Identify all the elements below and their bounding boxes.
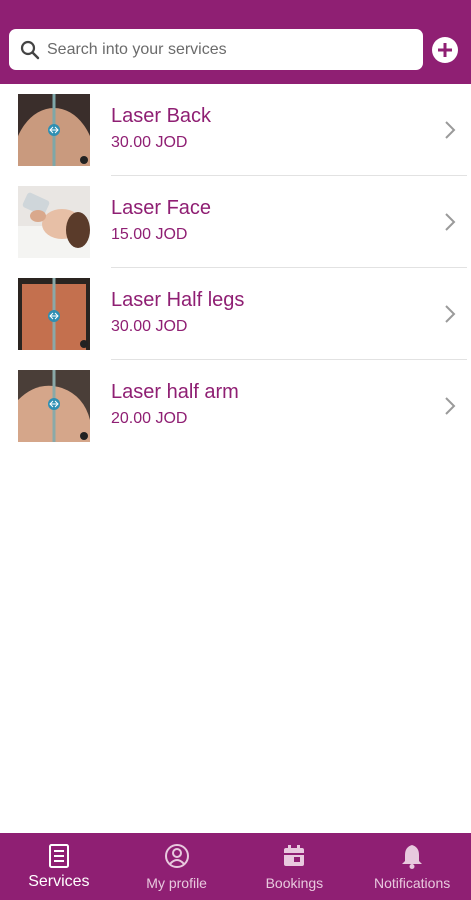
service-item-laser-face[interactable]: Laser Face 15.00 JOD	[0, 176, 471, 268]
service-thumbnail-face	[18, 186, 90, 258]
add-service-button[interactable]	[432, 37, 458, 63]
service-price: 30.00 JOD	[111, 134, 188, 151]
service-item-laser-back[interactable]: Laser Back 30.00 JOD	[0, 84, 471, 176]
service-name: Laser Back	[111, 105, 212, 127]
nav-label: Bookings	[265, 875, 324, 891]
service-name: Laser half arm	[111, 381, 239, 403]
service-name: Laser Half legs	[111, 289, 245, 311]
service-thumbnail-back	[18, 94, 90, 166]
service-item-laser-half-arm[interactable]: Laser half arm 20.00 JOD	[0, 360, 471, 452]
service-thumbnail-legs	[18, 278, 90, 350]
chevron-right-icon	[440, 393, 460, 419]
bottom-navigation: Services My profile Bookings Notificatio…	[0, 833, 471, 900]
chevron-right-icon	[440, 117, 460, 143]
nav-label: Services	[28, 873, 90, 890]
chevron-right-icon	[440, 301, 460, 327]
chevron-right-icon	[440, 209, 460, 235]
services-list: Laser Back 30.00 JOD Laser Face 15.00 JO…	[0, 84, 471, 452]
search-bar[interactable]	[9, 29, 423, 70]
search-icon	[19, 39, 41, 61]
user-circle-icon	[164, 843, 190, 869]
service-name: Laser Face	[111, 197, 212, 219]
service-price: 30.00 JOD	[111, 318, 188, 335]
bell-icon	[401, 843, 423, 869]
service-price: 15.00 JOD	[111, 226, 188, 243]
calendar-icon	[282, 843, 306, 869]
nav-label: My profile	[146, 875, 207, 891]
nav-label: Notifications	[373, 875, 451, 891]
document-list-icon	[47, 843, 71, 869]
app-header	[0, 0, 471, 84]
nav-tab-bookings[interactable]: Bookings	[236, 833, 354, 900]
search-input[interactable]	[47, 34, 407, 65]
service-price: 20.00 JOD	[111, 410, 188, 427]
service-thumbnail-arm	[18, 370, 90, 442]
plus-icon	[438, 43, 452, 57]
nav-tab-services[interactable]: Services	[0, 833, 118, 900]
nav-tab-notifications[interactable]: Notifications	[353, 833, 471, 900]
service-item-laser-half-legs[interactable]: Laser Half legs 30.00 JOD	[0, 268, 471, 360]
nav-tab-profile[interactable]: My profile	[118, 833, 236, 900]
